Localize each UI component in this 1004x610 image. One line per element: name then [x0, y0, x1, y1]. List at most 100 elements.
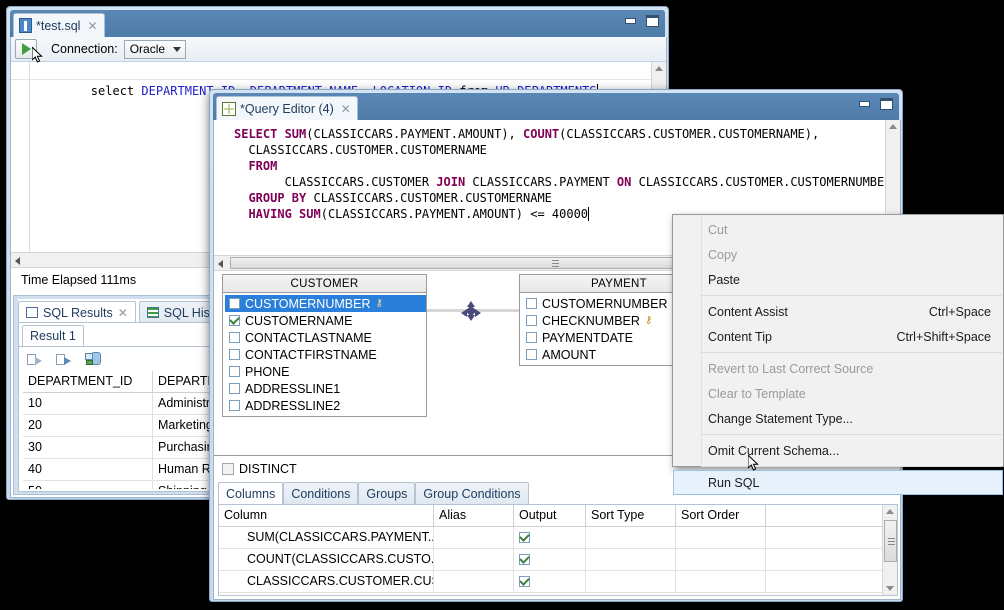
columns-grid-scrollbar[interactable] [882, 505, 897, 595]
columns-grid-header: Column Alias Output Sort Type Sort Order [219, 505, 883, 527]
close-icon[interactable]: ✕ [341, 103, 351, 115]
column-checkbox[interactable] [229, 332, 240, 343]
table-row[interactable]: CLASSICCARS.CUSTOMER.CUS... [219, 571, 883, 593]
tab-columns[interactable]: Columns [218, 482, 284, 504]
sql-editor-titlebar[interactable]: *test.sql ✕ [10, 10, 665, 37]
close-icon[interactable]: ✕ [118, 307, 128, 319]
tab-sql-results[interactable]: SQL Results ✕ [18, 301, 136, 323]
column-checkbox[interactable] [526, 349, 537, 360]
table-cell [676, 549, 766, 570]
table-cell [766, 571, 883, 592]
diagram-column-row[interactable]: CONTACTLASTNAME [225, 329, 426, 346]
columns-grid[interactable]: Column Alias Output Sort Type Sort Order… [218, 504, 898, 596]
column-checkbox[interactable] [229, 383, 240, 394]
tab-conditions[interactable]: Conditions [283, 482, 359, 504]
menu-item-label: Revert to Last Correct Source [708, 361, 874, 376]
scroll-down-icon[interactable] [886, 586, 894, 591]
column-checkbox[interactable] [229, 366, 240, 377]
scrollbar-thumb[interactable] [884, 520, 897, 562]
query-editor-titlebar[interactable]: *Query Editor (4) ✕ [213, 93, 899, 120]
diagram-column-row[interactable]: CUSTOMERNUMBER ⚷ [225, 295, 426, 312]
menu-separator [701, 352, 1002, 353]
editor-context-menu[interactable]: Cut Copy Paste Content Assist Ctrl+Space Cont… [672, 214, 1004, 495]
output-checkbox[interactable] [519, 532, 530, 543]
context-menu-items: Cut Copy Paste Content Assist Ctrl+Space Cont… [673, 217, 1003, 495]
tab-label: Columns [226, 486, 276, 501]
menu-item-change-statement-type[interactable]: Change Statement Type... [673, 406, 1003, 431]
export-row-icon[interactable] [27, 353, 44, 366]
table-cell [676, 571, 766, 592]
menu-item-paste[interactable]: Paste [673, 267, 1003, 292]
scroll-left-icon[interactable] [218, 260, 223, 268]
diagram-column-row[interactable]: CUSTOMERNAME [225, 312, 426, 329]
output-cell[interactable] [514, 549, 586, 570]
column-checkbox[interactable] [229, 315, 240, 326]
column-checkbox[interactable] [526, 315, 537, 326]
output-checkbox[interactable] [519, 554, 530, 565]
output-checkbox[interactable] [519, 576, 530, 587]
distinct-checkbox[interactable] [222, 462, 234, 475]
sql-line: GROUP BY CLASSICCARS.CUSTOMER.CUSTOMERNA… [234, 191, 552, 205]
connection-select[interactable]: Oracle [123, 39, 187, 59]
tab-result-1[interactable]: Result 1 [22, 325, 84, 346]
column-label: CHECKNUMBER [542, 313, 640, 328]
scroll-left-icon[interactable] [15, 257, 20, 265]
table-cell [766, 527, 883, 548]
tab-group-conditions[interactable]: Group Conditions [415, 482, 529, 504]
table-cell: COUNT(CLASSICCARS.CUSTO... [219, 549, 434, 570]
menu-item-label: Content Tip [708, 329, 772, 344]
column-checkbox[interactable] [229, 400, 240, 411]
sql-editor-window-buttons[interactable] [624, 15, 659, 27]
tab-test-sql[interactable]: *test.sql ✕ [13, 13, 105, 37]
column-checkbox[interactable] [526, 332, 537, 343]
table-cell: SUM(CLASSICCARS.PAYMENT.... [219, 527, 434, 548]
menu-item-content-assist[interactable]: Content Assist Ctrl+Space [673, 299, 1003, 324]
mouse-cursor-run-sql [748, 455, 759, 471]
query-editor-window-buttons[interactable] [858, 98, 893, 110]
tab-groups[interactable]: Groups [358, 482, 416, 504]
scroll-up-icon[interactable] [655, 66, 663, 71]
close-icon[interactable]: ✕ [87, 20, 97, 32]
maximize-icon[interactable] [880, 98, 893, 110]
menu-separator [701, 466, 1002, 467]
join-link-icon[interactable] [461, 301, 481, 321]
diagram-column-row[interactable]: ADDRESSLINE1 [225, 380, 426, 397]
column-label: ADDRESSLINE2 [245, 398, 341, 413]
output-cell[interactable] [514, 571, 586, 592]
columns-grid-body: SUM(CLASSICCARS.PAYMENT.... COUNT(CLASSIC… [219, 527, 883, 593]
maximize-icon[interactable] [646, 15, 659, 27]
scroll-up-icon[interactable] [889, 124, 897, 129]
column-checkbox[interactable] [526, 298, 537, 309]
diagram-column-row[interactable]: PHONE [225, 363, 426, 380]
sql-editor-toolbar[interactable]: Connection: Oracle [11, 37, 666, 62]
result-toolbar[interactable] [27, 349, 102, 369]
diagram-column-row[interactable]: CONTACTFIRSTNAME [225, 346, 426, 363]
scroll-up-icon[interactable] [886, 509, 894, 514]
column-label: CONTACTFIRSTNAME [245, 347, 377, 362]
save-to-db-icon[interactable] [85, 352, 102, 366]
menu-item-omit-current-schema[interactable]: Omit Current Schema... [673, 438, 1003, 463]
minimize-icon[interactable] [624, 15, 637, 27]
table-row[interactable]: COUNT(CLASSICCARS.CUSTO... [219, 549, 883, 571]
query-sql-text: SELECT SUM(CLASSICCARS.PAYMENT.AMOUNT), … [234, 126, 900, 222]
tab-query-editor[interactable]: *Query Editor (4) ✕ [216, 96, 358, 120]
column-checkbox[interactable] [229, 349, 240, 360]
minimize-icon[interactable] [858, 98, 871, 110]
column-checkbox[interactable] [229, 298, 240, 309]
tab-label: *test.sql [36, 18, 81, 33]
export-all-icon[interactable] [56, 353, 73, 366]
grid-col-header: Column [219, 505, 434, 526]
column-label: ADDRESSLINE1 [245, 381, 341, 396]
table-row[interactable]: SUM(CLASSICCARS.PAYMENT.... [219, 527, 883, 549]
menu-item-content-tip[interactable]: Content Tip Ctrl+Shift+Space [673, 324, 1003, 349]
grid-col-header: Sort Type [586, 505, 676, 526]
tab-label: Conditions [291, 486, 351, 501]
time-elapsed-label: Time Elapsed 111ms [21, 272, 137, 287]
output-cell[interactable] [514, 527, 586, 548]
diagram-table-customer[interactable]: CUSTOMER CUSTOMERNUMBER ⚷ CUSTOMERNAME CONTA… [222, 274, 427, 417]
menu-item-shortcut: Ctrl+Space [928, 304, 991, 319]
diagram-column-row[interactable]: ADDRESSLINE2 [225, 397, 426, 414]
table-cell [766, 549, 883, 570]
menu-separator [701, 295, 1002, 296]
menu-item-run-sql[interactable]: Run SQL [673, 470, 1003, 495]
